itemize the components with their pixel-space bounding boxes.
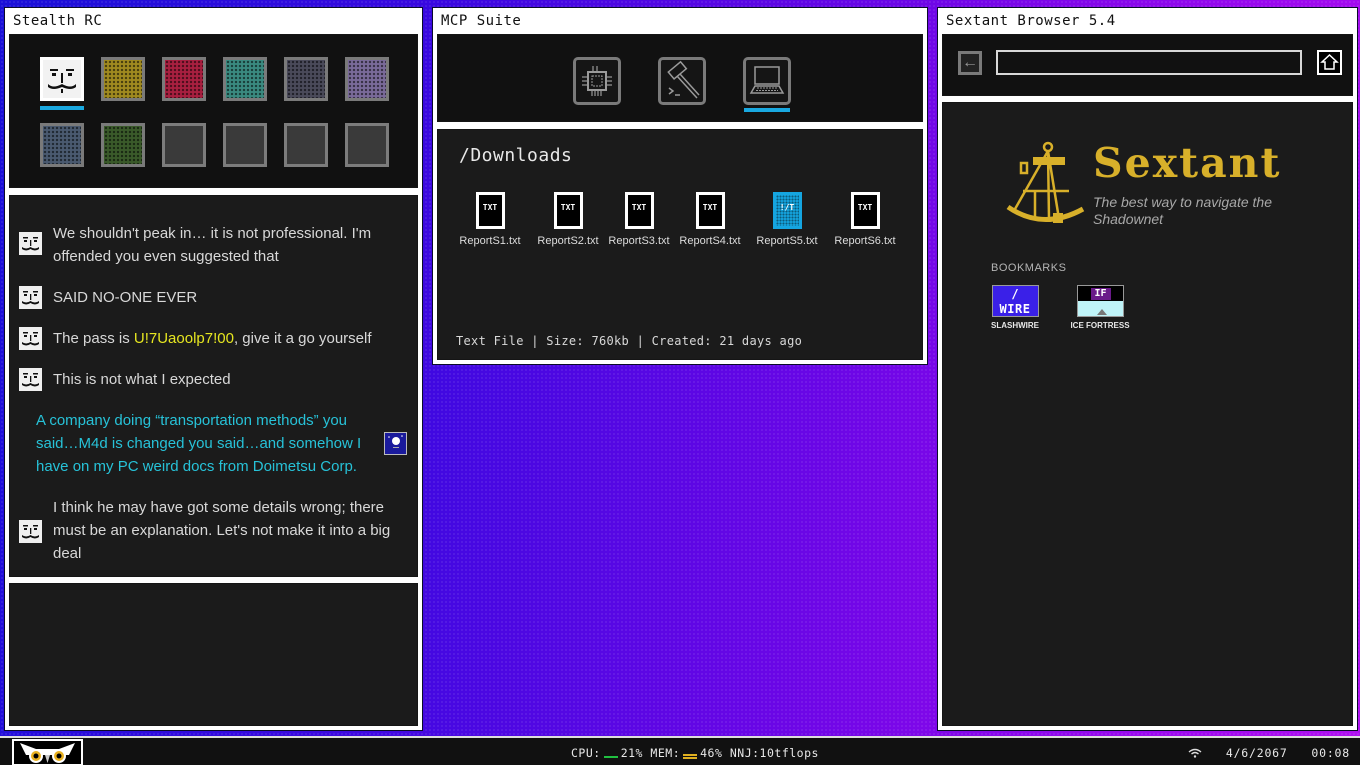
system-stats: CPU: 21% MEM: 46% NNJ:10tflops — [571, 746, 819, 760]
file-name: ReportS5.txt — [756, 235, 818, 247]
file-item[interactable]: TXT ReportS2.txt — [528, 192, 608, 247]
file-name: ReportS3.txt — [608, 235, 670, 247]
slashwire-icon: / WIRE — [991, 285, 1039, 317]
message-text: This is not what I expected — [53, 371, 231, 388]
cpu-usage-bar — [603, 756, 618, 758]
moon-avatar-icon — [384, 432, 407, 455]
tool-selector — [437, 34, 923, 122]
file-info-status: Text File | Size: 760kb | Created: 21 da… — [456, 334, 803, 348]
taskbar: CPU: 21% MEM: 46% NNJ:10tflops 4/6/2067 00… — [0, 736, 1360, 765]
bookmark-label: ICE FORTRESS — [1070, 321, 1130, 330]
mask-avatar-icon — [19, 232, 42, 255]
brand-tagline: The best way to navigate the Shadownet — [1093, 194, 1272, 227]
hammer-terminal-icon — [667, 60, 700, 99]
file-name: ReportS2.txt — [537, 235, 599, 247]
file-name: ReportS6.txt — [834, 235, 896, 247]
bookmark-ice-fortress[interactable]: IF ICE FORTRESS — [1065, 285, 1135, 330]
text-file-icon: TXT — [850, 192, 880, 229]
avatar-slot-empty — [223, 123, 267, 167]
window-title[interactable]: Sextant Browser 5.4 — [940, 10, 1355, 32]
avatar-option-purple-flower[interactable] — [40, 123, 84, 167]
nnj-value: 10tflops — [759, 746, 819, 760]
avatar-option-night-sword[interactable] — [284, 57, 328, 101]
file-item[interactable]: !/T ReportS5.txt — [747, 192, 827, 247]
cpu-chip-icon — [582, 66, 612, 96]
arrow-left-icon: ← — [962, 54, 978, 71]
avatar-option-red-cat[interactable] — [162, 57, 206, 101]
ice-fortress-icon: IF — [1076, 285, 1124, 317]
message-text: SAID NO-ONE EVER — [53, 289, 198, 306]
text-file-icon: TXT — [624, 192, 654, 229]
mask-avatar-icon — [19, 368, 42, 391]
message-text: The pass is U!7Uaoolp7!00, give it a go … — [53, 330, 372, 347]
chat-input-area[interactable] — [9, 583, 418, 726]
cpu-chip-tool-button[interactable] — [573, 57, 621, 105]
cpu-value: 21% — [620, 746, 643, 760]
bookmark-label: SLASHWIRE — [991, 321, 1039, 330]
password-highlight[interactable]: U!7Uaoolp7!00 — [134, 330, 234, 347]
date-display: 4/6/2067 — [1225, 746, 1288, 760]
message-text: A company doing “transportation methods”… — [36, 412, 362, 475]
mask-face-icon — [48, 69, 76, 93]
text-file-icon: TXT — [553, 192, 583, 229]
laptop-icon — [749, 66, 785, 94]
avatar-option-sunset-city[interactable] — [345, 57, 389, 101]
bookmarks-title: BOOKMARKS — [991, 262, 1067, 274]
browser-nav-bar: ← — [942, 34, 1353, 96]
file-name: ReportS4.txt — [679, 235, 741, 247]
hammer-terminal-tool-button[interactable] — [658, 57, 706, 105]
avatar-slot-empty — [284, 123, 328, 167]
mask-avatar-icon — [19, 286, 42, 309]
text-file-icon: TXT — [475, 192, 505, 229]
avatar-selector — [9, 34, 418, 188]
browser-page: Sextant The best way to navigate the Sha… — [942, 102, 1353, 726]
text-file-icon: TXT — [695, 192, 725, 229]
selected-indicator — [40, 106, 84, 110]
file-browser: /Downloads TXT ReportS1.txt TXT ReportS2.tx… — [437, 129, 923, 360]
avatar-option-guy-fawkes-mask[interactable] — [40, 57, 84, 110]
file-item[interactable]: TXT ReportS6.txt — [825, 192, 905, 247]
wifi-icon[interactable] — [1188, 747, 1202, 761]
mask-avatar-icon — [19, 327, 42, 350]
avatar-option-tropical-beach[interactable] — [223, 57, 267, 101]
chat-log[interactable]: We shouldn't peak in… it is not professi… — [9, 195, 418, 577]
url-input[interactable] — [996, 50, 1302, 75]
selected-indicator — [744, 108, 790, 112]
home-button[interactable] — [1317, 50, 1342, 75]
avatar-option-yellow-texture[interactable] — [101, 57, 145, 101]
back-button[interactable]: ← — [958, 51, 982, 75]
bookmark-slashwire[interactable]: / WIRE SLASHWIRE — [980, 285, 1050, 330]
file-item[interactable]: TXT ReportS1.txt — [450, 192, 530, 247]
home-icon — [1320, 53, 1339, 70]
brand-name: Sextant — [1093, 139, 1282, 187]
sextant-browser-window: Sextant Browser 5.4 ← Sextant The best w… — [938, 8, 1357, 730]
mcp-suite-window: MCP Suite /Downloads TXT ReportS1.txt TX… — [433, 8, 927, 364]
window-title[interactable]: MCP Suite — [435, 10, 925, 32]
laptop-files-tool-button[interactable] — [743, 57, 791, 112]
stealth-rc-window: Stealth RC We shouldn't peak in… it is n… — [5, 8, 422, 730]
system-tray: 4/6/2067 00:08 — [1188, 746, 1350, 761]
message-text: I think he may have got some details wro… — [53, 499, 391, 562]
mem-usage-bar — [683, 754, 698, 759]
avatar-slot-empty — [345, 123, 389, 167]
owl-logo-icon — [20, 743, 75, 763]
file-item[interactable]: TXT ReportS3.txt — [599, 192, 679, 247]
mem-value: 46% — [700, 746, 723, 760]
avatar-slot-empty — [162, 123, 206, 167]
avatar-option-green-red-abstract[interactable] — [101, 123, 145, 167]
current-path: /Downloads — [459, 145, 573, 166]
clock-display: 00:08 — [1311, 746, 1350, 760]
owl-start-button[interactable] — [12, 739, 83, 765]
message-text: We shouldn't peak in… it is not professi… — [53, 225, 372, 265]
file-name: ReportS1.txt — [459, 235, 521, 247]
window-title[interactable]: Stealth RC — [7, 10, 420, 32]
file-item[interactable]: TXT ReportS4.txt — [670, 192, 750, 247]
sextant-logo-icon — [1003, 139, 1093, 234]
text-file-icon: !/T — [772, 192, 802, 229]
mask-avatar-icon — [19, 520, 42, 543]
